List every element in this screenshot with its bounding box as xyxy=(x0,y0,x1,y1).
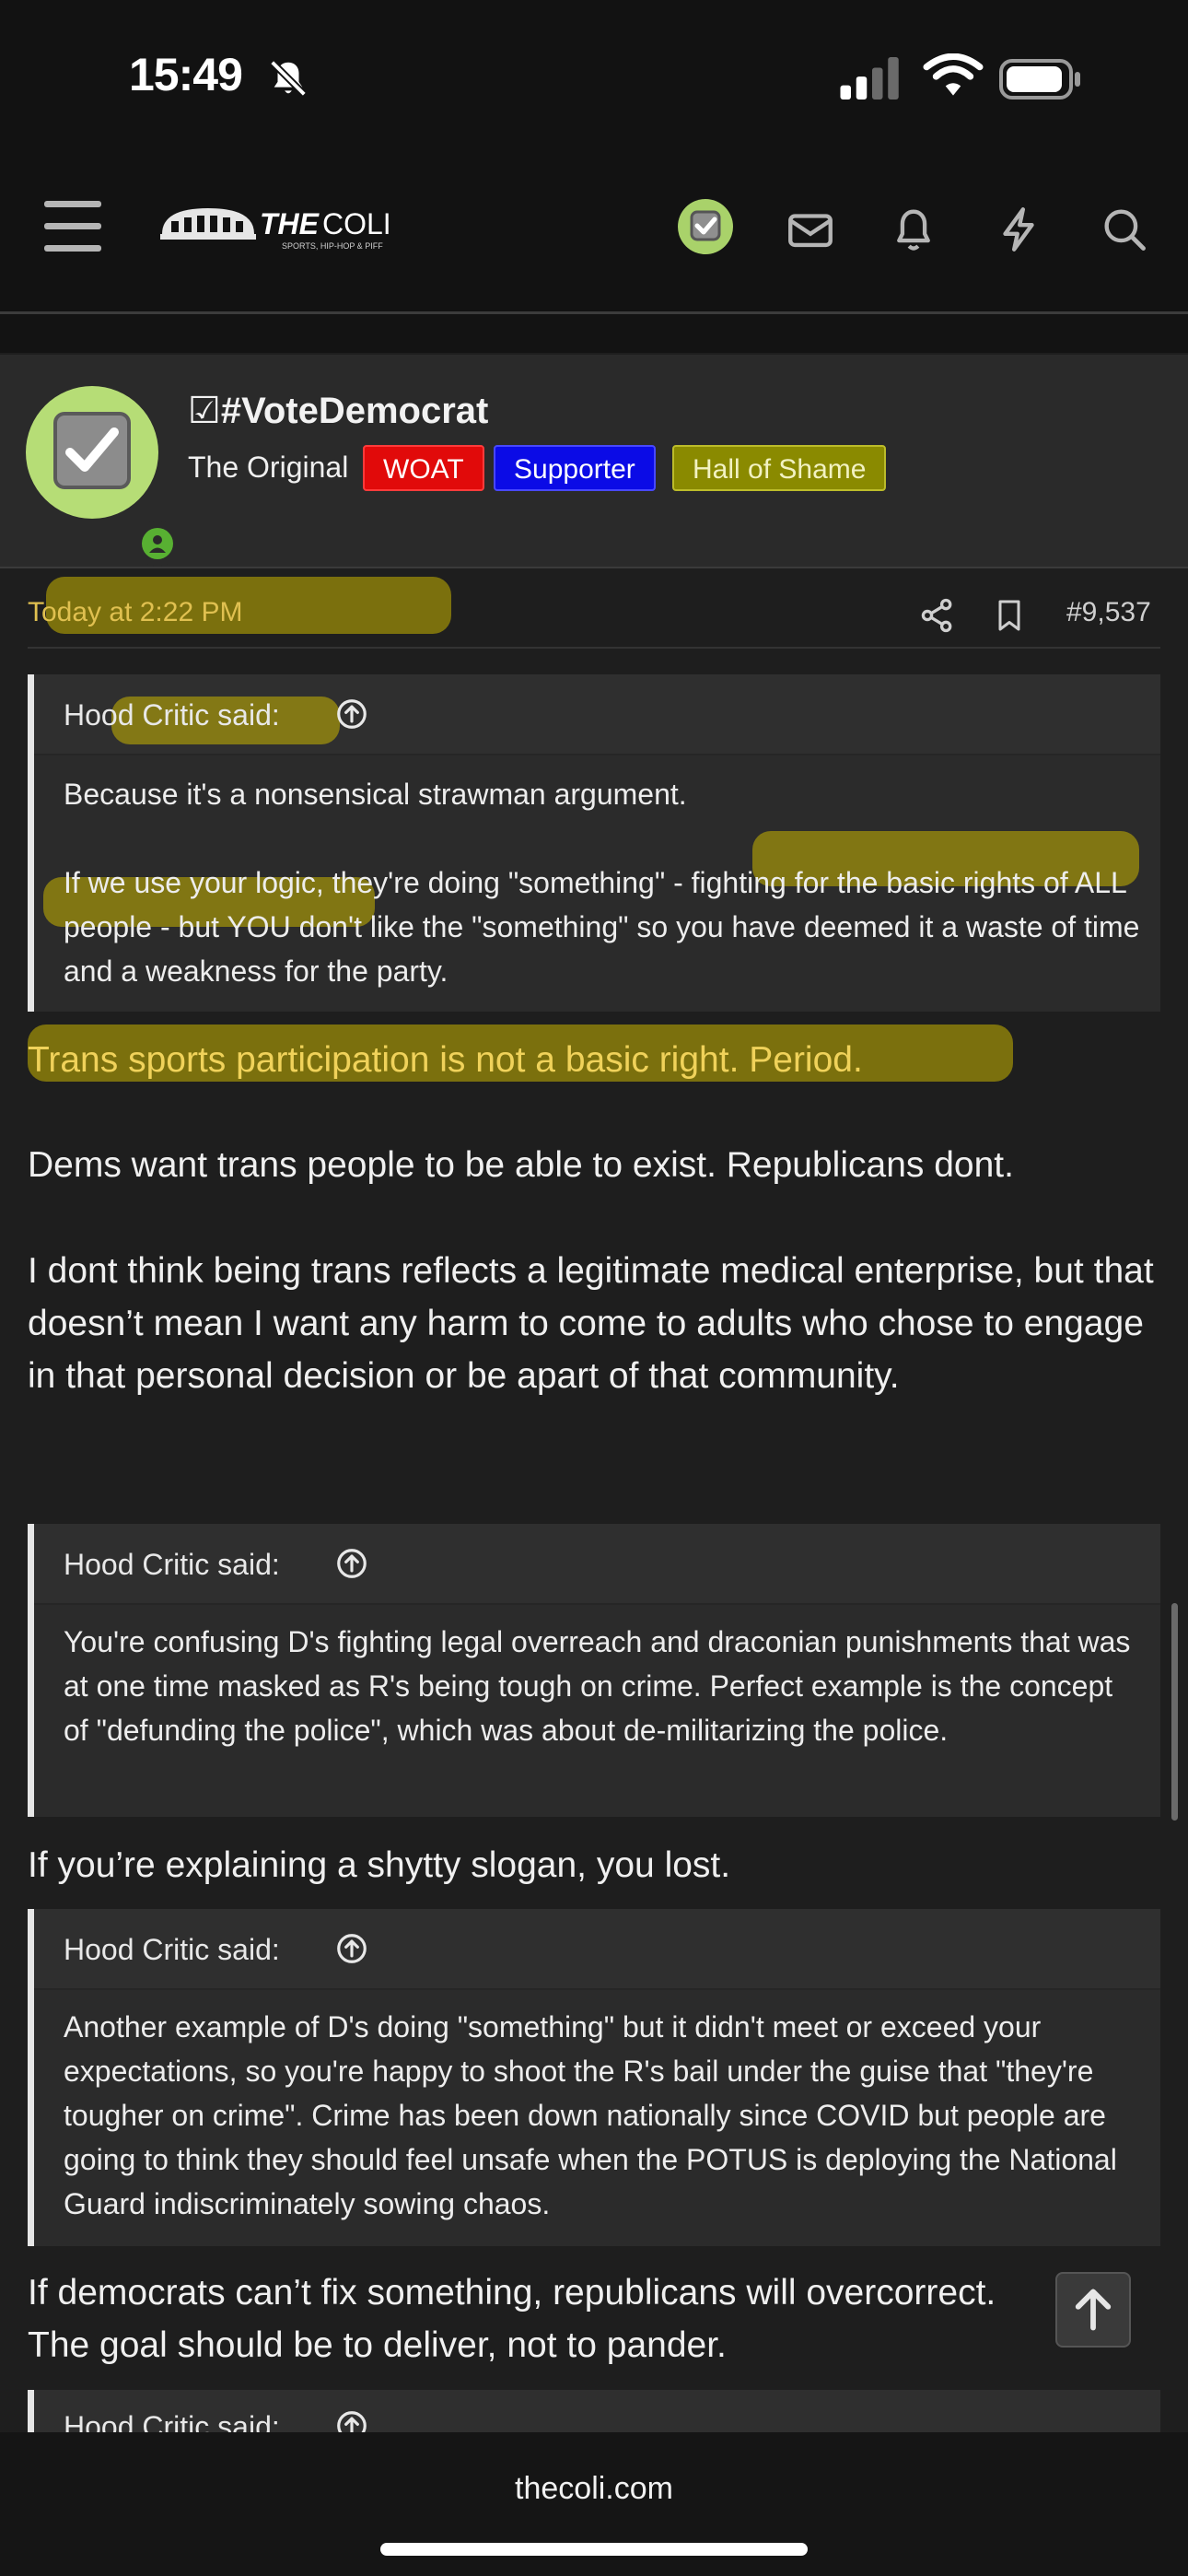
user-avatar[interactable] xyxy=(678,199,733,254)
menu-icon[interactable] xyxy=(44,201,101,252)
quote-paragraph: Because it's a nonsensical strawman argu… xyxy=(64,778,687,811)
svg-text:THE: THE xyxy=(260,207,320,240)
quote-header: Hood Critic said: xyxy=(34,674,1160,755)
reply-text: I dont think being trans reflects a legi… xyxy=(28,1251,1154,1396)
quote-header: Hood Critic said: xyxy=(34,1909,1160,1990)
badge-supporter: Supporter xyxy=(494,445,656,491)
reply-text: If democrats can’t fix something, republ… xyxy=(28,2273,996,2313)
svg-text:COLI: COLI xyxy=(322,207,391,240)
top-navbar: THE COLI SPORTS, HIP-HOP & PIFF xyxy=(0,157,1188,314)
jump-to-post-icon[interactable] xyxy=(334,1931,369,1966)
clock: 15:49 xyxy=(129,49,243,100)
mail-icon[interactable] xyxy=(784,203,837,256)
cellular-signal-icon xyxy=(840,57,899,100)
status-bar: 15:49 xyxy=(0,0,1188,157)
quote-header: Hood Critic said: xyxy=(34,1524,1160,1605)
bell-icon[interactable] xyxy=(887,203,940,256)
quote-author[interactable]: Hood Critic said: xyxy=(64,698,280,732)
battery-icon xyxy=(999,59,1080,100)
quote-text: Because it's a nonsensical strawman argu… xyxy=(64,772,1141,993)
reply-text: If you’re explaining a shytty slogan, yo… xyxy=(28,1845,731,1885)
author-username[interactable]: ☑#VoteDemocrat xyxy=(188,390,488,432)
scroll-to-top-button[interactable] xyxy=(1055,2272,1131,2348)
reply-text: Dems want trans people to be able to exi… xyxy=(28,1145,1014,1185)
quote-block: Hood Critic said: Because it's a nonsens… xyxy=(28,674,1160,1012)
quote-header: Hood Critic said: xyxy=(34,2390,1160,2436)
online-status-icon xyxy=(134,521,181,567)
jump-to-post-icon[interactable] xyxy=(334,1546,369,1581)
reply-text-highlighted: Trans sports participation is not a basi… xyxy=(28,1040,863,1080)
quote-text: Another example of D's doing "something"… xyxy=(64,2005,1141,2226)
home-indicator[interactable] xyxy=(380,2543,808,2556)
quote-author[interactable]: Hood Critic said: xyxy=(64,1933,280,1967)
quote-block: Hood Critic said: xyxy=(28,2390,1160,2436)
reply-text: The goal should be to deliver, not to pa… xyxy=(28,2325,727,2365)
jump-to-post-icon[interactable] xyxy=(334,697,369,732)
quote-paragraph: You're confusing D's fighting legal over… xyxy=(64,1625,1131,1747)
share-icon[interactable] xyxy=(917,595,958,636)
page-scrollbar[interactable] xyxy=(1171,1603,1178,1821)
svg-text:SPORTS, HIP-HOP & PIFF: SPORTS, HIP-HOP & PIFF xyxy=(282,241,383,251)
quote-block: Hood Critic said: You're confusing D's f… xyxy=(28,1524,1160,1817)
quote-author[interactable]: Hood Critic said: xyxy=(64,1548,280,1582)
badge-hall-of-shame: Hall of Shame xyxy=(672,445,887,491)
browser-bottom-bar: thecoli.com xyxy=(0,2432,1188,2576)
divider xyxy=(28,647,1160,649)
address-bar-url[interactable]: thecoli.com xyxy=(0,2471,1188,2507)
lightning-icon[interactable] xyxy=(992,203,1045,256)
quote-text: You're confusing D's fighting legal over… xyxy=(64,1620,1141,1752)
arrow-up-icon xyxy=(1075,2289,1112,2331)
quote-block: Hood Critic said: Another example of D's… xyxy=(28,1909,1160,2246)
search-icon[interactable] xyxy=(1098,203,1151,256)
post-date[interactable]: Today at 2:22 PM xyxy=(28,597,242,628)
badge-woat: WOAT xyxy=(363,445,484,491)
wifi-icon xyxy=(923,53,984,96)
site-logo[interactable]: THE COLI SPORTS, HIP-HOP & PIFF xyxy=(158,203,425,258)
bookmark-icon[interactable] xyxy=(991,595,1028,636)
mute-bell-icon xyxy=(270,60,307,97)
post-number-link[interactable]: #9,537 xyxy=(1066,597,1151,628)
quote-paragraph: Another example of D's doing "something"… xyxy=(64,2010,1117,2220)
divider-strip xyxy=(0,314,1188,353)
author-avatar[interactable] xyxy=(26,386,181,567)
quote-paragraph: If we use your logic, they're doing "som… xyxy=(64,866,1140,988)
author-user-title: The Original xyxy=(188,451,349,484)
checkbox-avatar-icon xyxy=(53,412,131,489)
post-author-header: ☑#VoteDemocrat The Original WOAT Support… xyxy=(0,355,1188,568)
